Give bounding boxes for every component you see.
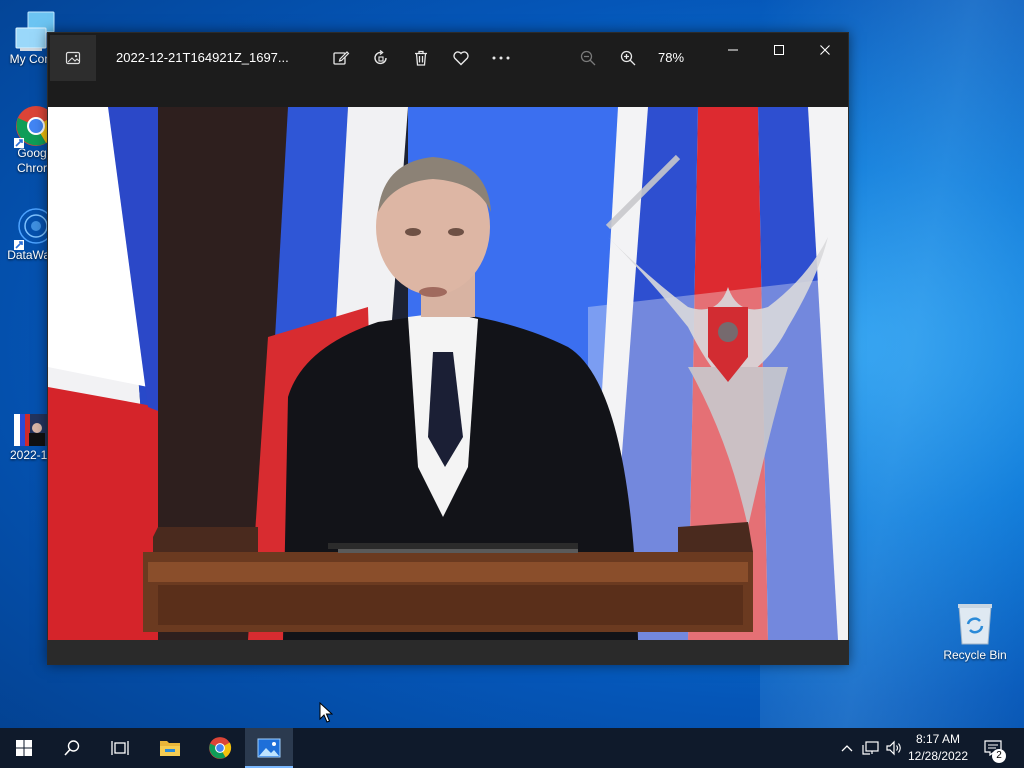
rotate-icon <box>374 49 387 65</box>
mouse-cursor-icon <box>319 701 334 729</box>
photos-app-icon <box>65 51 81 65</box>
windows-logo-icon <box>16 740 32 756</box>
zoom-out-icon <box>580 50 596 66</box>
zoom-level-label[interactable]: 78% <box>658 50 684 65</box>
file-explorer-button[interactable] <box>146 728 194 768</box>
folder-icon <box>160 741 180 756</box>
speaker-icon <box>886 740 901 756</box>
clock-time: 8:17 AM <box>915 732 961 746</box>
chrome-taskbar-button[interactable] <box>196 728 244 768</box>
maximize-icon <box>774 45 784 55</box>
minimize-button[interactable] <box>710 33 756 67</box>
image-file-icon <box>14 414 48 446</box>
photos-bottom-bar <box>48 640 848 664</box>
rotate-button[interactable] <box>369 46 393 70</box>
photo-illustration <box>48 107 848 640</box>
task-view-button[interactable] <box>96 728 144 768</box>
desktop-icon-label: Recycle Bin <box>943 648 1007 662</box>
photos-window: 2022-12-21T164921Z_1697... 78% <box>47 32 849 665</box>
more-options-button[interactable] <box>489 46 513 70</box>
photos-app-icon-button[interactable] <box>50 35 96 81</box>
volume-button[interactable] <box>884 728 904 768</box>
photos-toolbar-spacer <box>48 83 848 107</box>
photos-icon <box>257 738 281 758</box>
network-icon <box>862 741 879 755</box>
favorite-button[interactable] <box>449 46 473 70</box>
favorite-icon <box>453 51 469 66</box>
search-button[interactable] <box>48 728 96 768</box>
zoom-in-icon <box>620 50 636 66</box>
zoom-out-button[interactable] <box>576 46 600 70</box>
more-icon <box>492 56 510 60</box>
start-button[interactable] <box>0 728 48 768</box>
maximize-button[interactable] <box>756 33 802 67</box>
zoom-in-button[interactable] <box>616 46 640 70</box>
taskbar-clock[interactable]: 8:17 AM 12/28/2022 <box>905 731 971 765</box>
desktop-icon-recycle-bin[interactable]: Recycle Bin <box>943 602 1007 663</box>
chevron-up-icon <box>841 745 853 752</box>
edit-icon <box>333 51 350 65</box>
recycle-bin-icon <box>955 602 995 646</box>
photos-taskbar-button[interactable] <box>245 728 293 768</box>
network-button[interactable] <box>860 728 882 768</box>
chrome-icon <box>209 737 232 759</box>
delete-icon <box>415 50 427 66</box>
clock-date: 12/28/2022 <box>907 749 969 763</box>
search-icon <box>64 740 80 756</box>
edit-button[interactable] <box>329 46 353 70</box>
photo-viewer-image[interactable] <box>48 107 848 640</box>
action-center-button[interactable] <box>978 728 1008 768</box>
taskbar: 8:17 AM 12/28/2022 2 <box>0 728 1024 768</box>
photo-file-title: 2022-12-21T164921Z_1697... <box>116 50 289 65</box>
close-button[interactable] <box>802 33 848 67</box>
task-view-icon <box>111 741 129 755</box>
photos-titlebar: 2022-12-21T164921Z_1697... 78% <box>48 33 848 83</box>
show-hidden-icons-button[interactable] <box>838 728 856 768</box>
notification-count-badge: 2 <box>992 749 1006 763</box>
close-icon <box>820 45 830 55</box>
delete-button[interactable] <box>409 46 433 70</box>
minimize-icon <box>728 49 738 51</box>
